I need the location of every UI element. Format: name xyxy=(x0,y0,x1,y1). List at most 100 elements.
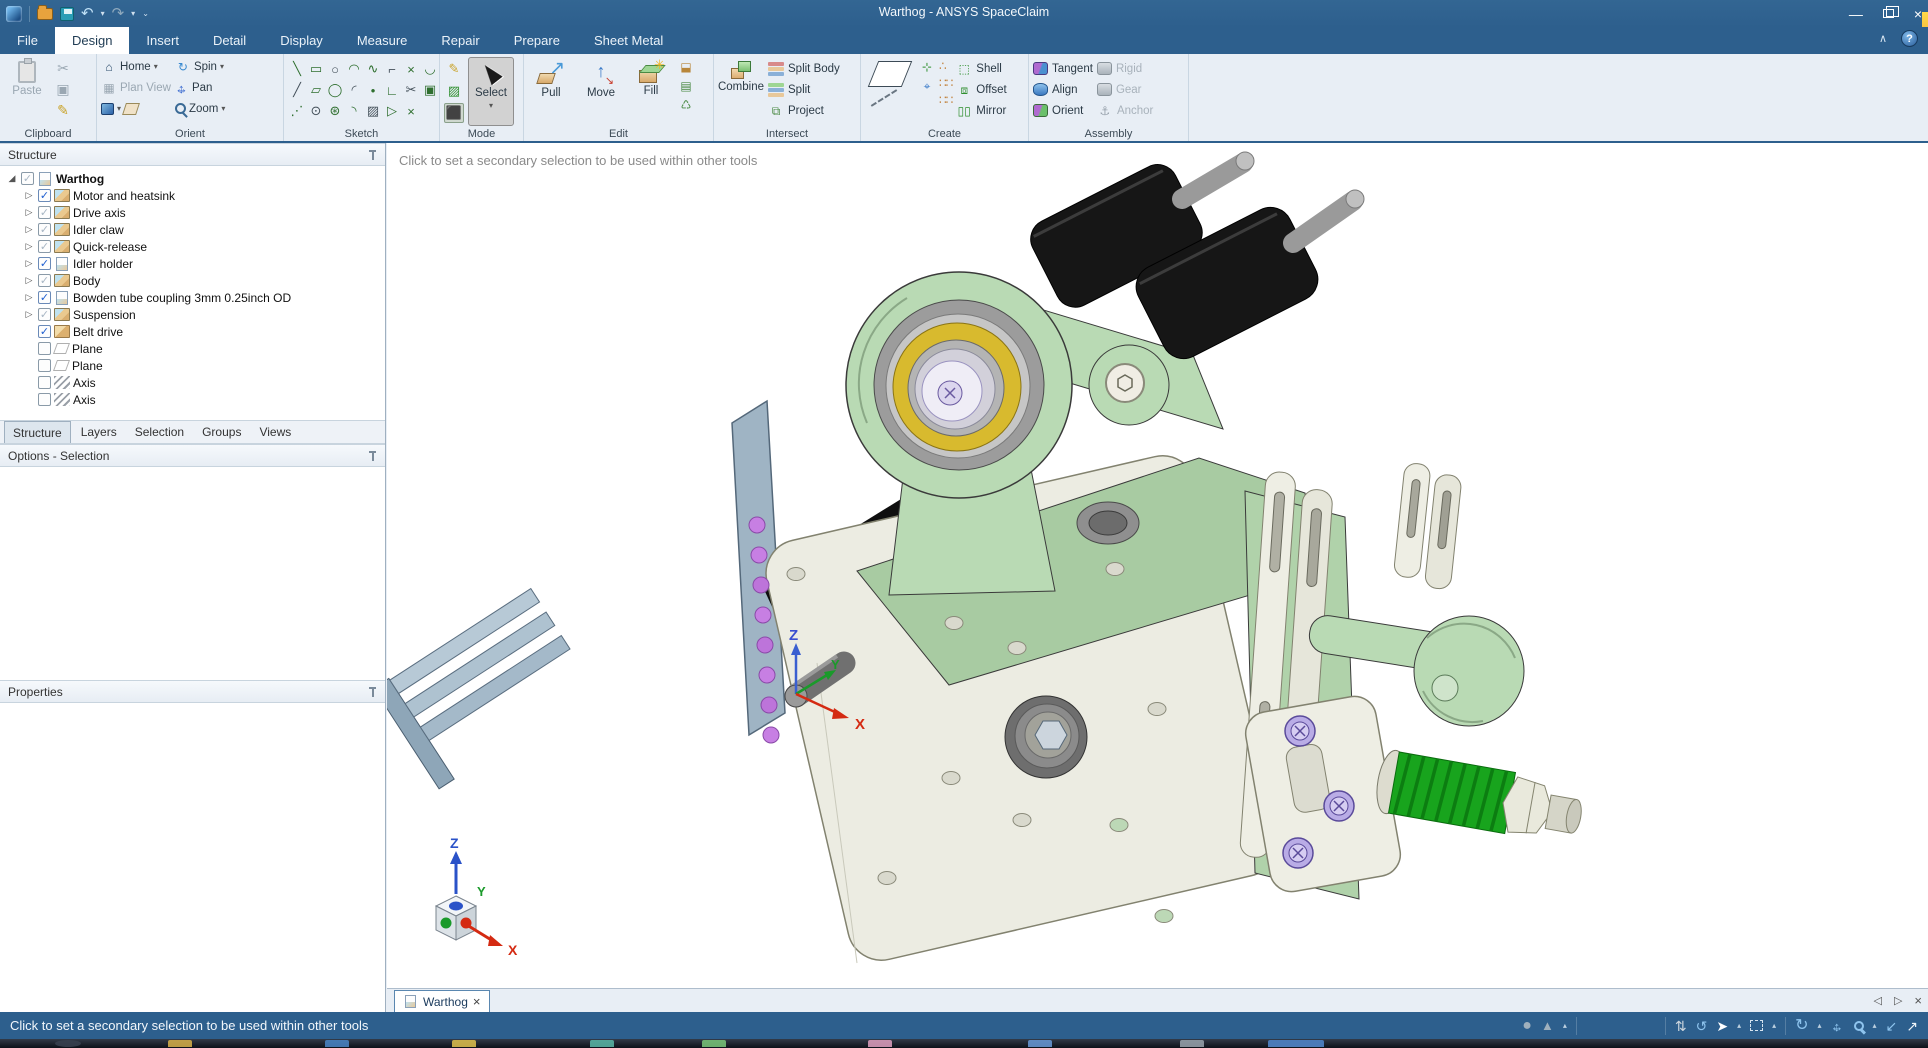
expand-arrow-icon[interactable] xyxy=(23,258,35,269)
tab-sheet-metal[interactable]: Sheet Metal xyxy=(577,27,680,54)
taskbar-active-app[interactable] xyxy=(1268,1040,1324,1047)
select-dropdown-caret[interactable]: ▴ xyxy=(1737,1021,1741,1030)
circular-pattern-icon[interactable]: ∴ xyxy=(939,59,952,73)
linear-pattern-icon[interactable]: ∷∷ xyxy=(939,76,952,90)
fill-pattern-icon[interactable]: ∷∷ xyxy=(939,93,952,107)
point-tool-icon[interactable]: ⊹ xyxy=(919,59,935,75)
sketch-circle-diameter-icon[interactable]: ⊙ xyxy=(307,101,325,121)
tree-item-belt-drive[interactable]: Belt drive xyxy=(6,323,385,340)
tension-screw[interactable] xyxy=(1373,748,1587,847)
taskbar-app-icon[interactable] xyxy=(452,1040,476,1047)
pan-tool-icon[interactable] xyxy=(1831,1019,1845,1033)
cad-model-warthog[interactable]: Z Y X Z Y X xyxy=(387,143,1928,988)
panel-tab-groups[interactable]: Groups xyxy=(194,421,249,443)
tree-item-motor-and-heatsink[interactable]: Motor and heatsink xyxy=(6,187,385,204)
solid-mode-icon[interactable]: ⬛ xyxy=(444,103,464,123)
scroll-tabs-right-icon[interactable]: ▷ xyxy=(1894,994,1902,1007)
tree-item-quick-release[interactable]: Quick-release xyxy=(6,238,385,255)
minimize-button[interactable]: — xyxy=(1849,7,1863,21)
sketch-polygon-icon[interactable]: ▱ xyxy=(307,80,325,100)
visibility-checkbox[interactable] xyxy=(38,291,51,304)
sketch-spline-icon[interactable]: ∿ xyxy=(364,59,382,79)
sketch-move-sketch-icon[interactable]: ▷ xyxy=(383,101,401,121)
visibility-checkbox[interactable] xyxy=(38,274,51,287)
scroll-tabs-left-icon[interactable]: ◁ xyxy=(1873,994,1881,1007)
sketch-rectangle-icon[interactable]: ▭ xyxy=(307,59,325,79)
visibility-checkbox[interactable] xyxy=(38,206,51,219)
plan-view-button[interactable]: ▦ Plan View xyxy=(101,78,171,97)
tree-item-idler-holder[interactable]: Idler holder xyxy=(6,255,385,272)
move-button[interactable]: ↑ Move xyxy=(578,57,624,126)
zoom-tool-icon[interactable] xyxy=(1854,1021,1864,1031)
orient-button[interactable]: Orient xyxy=(1033,101,1093,120)
mirror-button[interactable]: ▯▯ Mirror xyxy=(956,101,1006,120)
sketch-point-icon[interactable]: • xyxy=(364,80,382,100)
sketch-delete-icon[interactable]: × xyxy=(402,101,420,121)
cut-icon[interactable]: ✂ xyxy=(54,59,72,77)
view-tools[interactable]: ▾ xyxy=(101,99,171,118)
select-cursor-icon[interactable]: ➤ xyxy=(1716,1018,1728,1034)
tab-design[interactable]: Design xyxy=(55,27,129,54)
expand-arrow-icon[interactable] xyxy=(23,309,35,320)
collapse-ribbon-icon[interactable]: ∧ xyxy=(1879,32,1887,45)
sketch-arc-icon[interactable]: ◝ xyxy=(345,101,363,121)
plane-tool-icon[interactable] xyxy=(868,61,913,87)
visibility-checkbox[interactable] xyxy=(38,325,51,338)
selection-filter-icon[interactable]: ⇅ xyxy=(1675,1018,1687,1034)
visibility-checkbox[interactable] xyxy=(38,393,51,406)
sketch-inscribed-polygon-icon[interactable]: ⊛ xyxy=(326,101,344,121)
paste-button[interactable]: Paste xyxy=(4,57,50,126)
visibility-checkbox[interactable] xyxy=(38,223,51,236)
replace-face-icon[interactable]: ⬓ xyxy=(678,59,694,75)
pull-button[interactable]: ↗ Pull xyxy=(528,57,574,126)
visibility-checkbox[interactable] xyxy=(38,342,51,355)
box-select-dropdown-caret[interactable]: ▴ xyxy=(1772,1021,1776,1030)
pin-icon[interactable] xyxy=(368,687,377,698)
tab-detail[interactable]: Detail xyxy=(196,27,263,54)
select-button[interactable]: Select ▾ xyxy=(468,57,514,126)
tab-insert[interactable]: Insert xyxy=(129,27,196,54)
sketch-ellipse-icon[interactable]: ◯ xyxy=(326,80,344,100)
taskbar-app-icon[interactable] xyxy=(702,1040,726,1047)
expand-arrow-icon[interactable] xyxy=(23,207,35,218)
visibility-checkbox[interactable] xyxy=(38,240,51,253)
shell-button[interactable]: ⬚ Shell xyxy=(956,59,1006,78)
visibility-checkbox[interactable] xyxy=(38,257,51,270)
document-tab-warthog[interactable]: Warthog × xyxy=(394,990,490,1012)
sketch-corner-arc-icon[interactable]: ⌐ xyxy=(383,59,401,79)
model-viewport[interactable]: Z Y X Z Y X xyxy=(387,143,1928,988)
visibility-checkbox[interactable] xyxy=(38,189,51,202)
tab-prepare[interactable]: Prepare xyxy=(497,27,577,54)
sketch-trim-away-icon[interactable]: × xyxy=(402,59,420,79)
panel-tab-structure[interactable]: Structure xyxy=(4,421,71,443)
origin-axes-icon[interactable]: ⌖ xyxy=(919,78,935,94)
spin-tool-icon[interactable]: ↻ xyxy=(1795,1018,1808,1034)
isometric-view-icon[interactable] xyxy=(101,103,114,115)
snap-sphere-icon[interactable]: ● xyxy=(1522,1018,1532,1034)
taskbar-app-icon[interactable] xyxy=(168,1040,192,1047)
taskbar-app-icon[interactable] xyxy=(1028,1040,1052,1047)
tangent-button[interactable]: Tangent xyxy=(1033,59,1093,78)
taskbar-app-icon[interactable] xyxy=(868,1040,892,1047)
sketch-view-icon[interactable] xyxy=(122,103,140,115)
drive-pulley[interactable] xyxy=(1005,696,1087,778)
start-orb[interactable] xyxy=(55,1040,81,1047)
restore-button[interactable] xyxy=(1883,9,1894,18)
home-view-button[interactable]: ⌂ Home▾ xyxy=(101,57,171,76)
morph-icon[interactable]: ♺ xyxy=(678,97,694,113)
sketch-construction-line-icon[interactable]: ⋰ xyxy=(288,101,306,121)
pin-icon[interactable] xyxy=(368,150,377,161)
expand-arrow-icon[interactable] xyxy=(23,292,35,303)
tree-item-axis-2[interactable]: Axis xyxy=(6,391,385,408)
tree-item-suspension[interactable]: Suspension xyxy=(6,306,385,323)
world-triad[interactable]: Z Y X xyxy=(436,835,518,958)
close-tab-icon[interactable]: × xyxy=(1914,993,1922,1008)
align-button[interactable]: Align xyxy=(1033,80,1093,99)
tree-item-warthog[interactable]: Warthog xyxy=(6,170,385,187)
expand-arrow-icon[interactable] xyxy=(23,224,35,235)
gear-button[interactable]: Gear xyxy=(1097,80,1153,99)
tab-repair[interactable]: Repair xyxy=(424,27,496,54)
fill-button[interactable]: ✳ Fill xyxy=(628,57,674,126)
sketch-fill-region-icon[interactable]: ▨ xyxy=(364,101,382,121)
tree-item-body[interactable]: Body xyxy=(6,272,385,289)
